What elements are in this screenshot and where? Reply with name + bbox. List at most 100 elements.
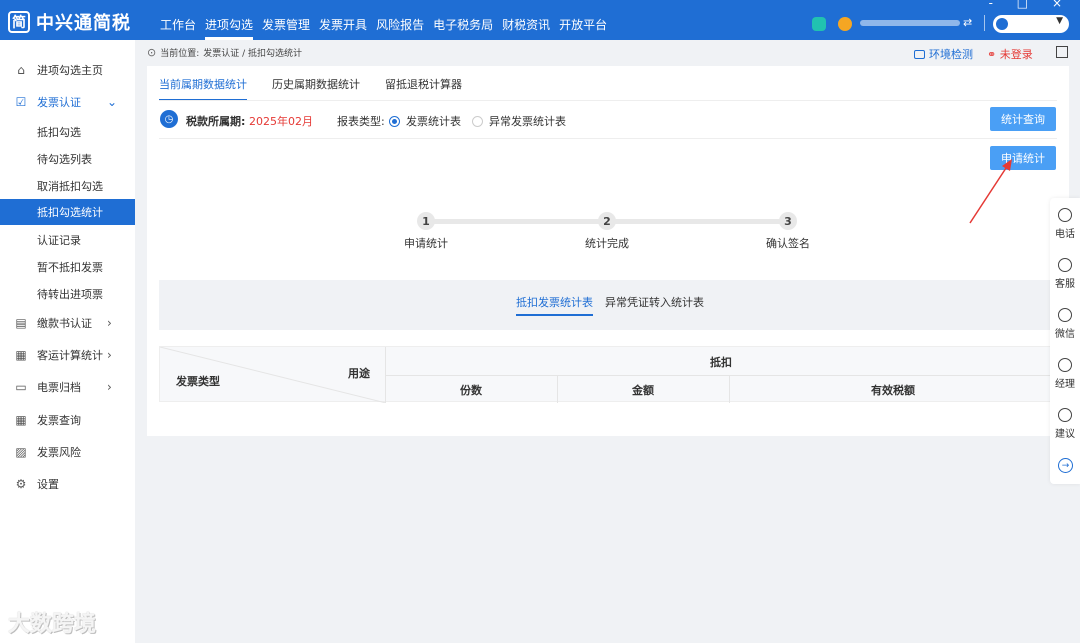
stats-query-button[interactable]: 统计查询 bbox=[990, 107, 1056, 131]
float-manager[interactable]: 经理 bbox=[1050, 358, 1080, 390]
float-label: 电话 bbox=[1055, 229, 1075, 240]
floating-service-menu: 电话 客服 微信 经理 建议 → bbox=[1050, 198, 1080, 484]
step-3-number: 3 bbox=[779, 212, 797, 230]
period-tabs: 当前属期数据统计 历史属期数据统计 留抵退税计算器 bbox=[159, 76, 487, 101]
nav-risk-report[interactable]: 风险报告 bbox=[376, 0, 431, 40]
main-panel: 当前属期数据统计 历史属期数据统计 留抵退税计算器 ◷ 税款所属期: 2025年… bbox=[147, 66, 1069, 436]
sidebar-item-deduction-select[interactable]: 抵扣勾选 bbox=[0, 119, 135, 145]
link-broken-icon: ⚭ bbox=[987, 48, 1000, 61]
nav-input-selection[interactable]: 进项勾选 bbox=[205, 0, 260, 40]
company-name-redacted bbox=[860, 20, 960, 26]
step-2-label: 统计完成 bbox=[585, 237, 629, 250]
breadcrumb: ⊙ 当前位置: 发票认证 / 抵扣勾选统计 bbox=[147, 46, 302, 59]
float-label: 经理 bbox=[1055, 379, 1075, 390]
sidebar-item-label: 暂不抵扣发票 bbox=[37, 261, 103, 274]
sidebar-item-label: 进项勾选主页 bbox=[37, 64, 103, 77]
clock-icon: ◷ bbox=[160, 110, 178, 128]
corner-header-usage: 用途 bbox=[348, 367, 370, 380]
check-square-icon: ☑ bbox=[15, 95, 27, 109]
sidebar-item-pending-list[interactable]: 待勾选列表 bbox=[0, 146, 135, 172]
radio-dot bbox=[472, 115, 483, 127]
nav-invoice-management[interactable]: 发票管理 bbox=[262, 0, 317, 40]
table-tabs-bar: 抵扣发票统计表 异常凭证转入统计表 bbox=[159, 280, 1057, 330]
top-bar: 简 中兴通简税 工作台 进项勾选 发票管理 发票开具 风险报告 电子税务局 财税… bbox=[0, 0, 1080, 40]
headset-icon bbox=[1058, 258, 1072, 272]
period-value: 2025年02月 bbox=[249, 115, 313, 128]
swap-icon[interactable]: ⇄ bbox=[963, 16, 972, 29]
calc-icon: ▦ bbox=[15, 348, 27, 362]
float-label: 客服 bbox=[1055, 279, 1075, 290]
sidebar-item-label: 待勾选列表 bbox=[37, 153, 92, 166]
sidebar-item-label: 抵扣勾选统计 bbox=[37, 206, 103, 219]
monitor-icon bbox=[914, 49, 925, 59]
archive-icon: ▭ bbox=[15, 380, 27, 394]
radio-invoice-stats[interactable]: 发票统计表 bbox=[389, 113, 461, 129]
nav-e-tax-bureau[interactable]: 电子税务局 bbox=[433, 0, 500, 40]
sidebar-item-label: 抵扣勾选 bbox=[37, 126, 81, 139]
float-suggestion[interactable]: 建议 bbox=[1050, 408, 1080, 440]
sidebar-item-label: 设置 bbox=[37, 478, 59, 491]
breadcrumb-path: 发票认证 / 抵扣勾选统计 bbox=[203, 49, 303, 59]
nav-invoice-issuing[interactable]: 发票开具 bbox=[319, 0, 374, 40]
sidebar-item-cancel-deduction[interactable]: 取消抵扣勾选 bbox=[0, 173, 135, 199]
app-title: 中兴通简税 bbox=[36, 13, 131, 34]
sidebar-item-passenger-stats[interactable]: ▦ 客运计算统计 › bbox=[0, 342, 135, 368]
stats-table: 用途 发票类型 抵扣 份数 金额 有效税额 bbox=[159, 346, 1057, 403]
divider bbox=[984, 15, 985, 31]
arrow-right-circle-icon[interactable]: → bbox=[1058, 458, 1073, 473]
login-status-link[interactable]: ⚭ 未登录 bbox=[987, 46, 1033, 62]
wechat-icon bbox=[1058, 308, 1072, 322]
tab-current-period[interactable]: 当前属期数据统计 bbox=[159, 76, 247, 101]
sidebar-item-label: 缴款书认证 bbox=[37, 317, 92, 330]
chevron-right-icon: › bbox=[107, 316, 112, 330]
nav-tax-news[interactable]: 财税资讯 bbox=[502, 0, 557, 40]
divider bbox=[386, 375, 1056, 376]
chevron-down-icon: ▼ bbox=[1056, 16, 1063, 26]
sidebar-item-payment-cert[interactable]: ▤ 缴款书认证 › bbox=[0, 310, 135, 336]
refresh-icon[interactable] bbox=[812, 17, 826, 31]
logo-icon: 简 bbox=[8, 11, 30, 33]
sidebar: ⌂ 进项勾选主页 ☑ 发票认证 ⌄ 抵扣勾选 待勾选列表 取消抵扣勾选 抵扣勾选… bbox=[0, 40, 135, 643]
nav-workbench[interactable]: 工作台 bbox=[160, 0, 203, 40]
sidebar-item-invoice-auth[interactable]: ☑ 发票认证 ⌄ bbox=[0, 89, 135, 115]
window-controls[interactable]: - □ × bbox=[989, 0, 1072, 10]
chevron-down-icon: ⌄ bbox=[107, 95, 118, 109]
sidebar-item-home[interactable]: ⌂ 进项勾选主页 bbox=[0, 57, 135, 83]
tab-refund-calculator[interactable]: 留抵退税计算器 bbox=[385, 76, 462, 101]
float-customer-service[interactable]: 客服 bbox=[1050, 258, 1080, 290]
sidebar-item-label: 发票风险 bbox=[37, 446, 81, 459]
sidebar-item-e-invoice-archive[interactable]: ▭ 电票归档 › bbox=[0, 374, 135, 400]
env-check-link[interactable]: 环境检测 bbox=[914, 46, 973, 62]
tab-abnormal-voucher-table[interactable]: 异常凭证转入统计表 bbox=[605, 294, 704, 314]
document-icon: ▤ bbox=[15, 316, 27, 330]
account-select[interactable]: ▼ bbox=[993, 15, 1069, 33]
fullscreen-icon[interactable] bbox=[1056, 46, 1068, 58]
sidebar-item-settings[interactable]: ⚙ 设置 bbox=[0, 471, 135, 497]
float-phone[interactable]: 电话 bbox=[1050, 208, 1080, 240]
period-label: 税款所属期: bbox=[186, 115, 246, 128]
apply-stats-button[interactable]: 申请统计 bbox=[990, 146, 1056, 170]
divider bbox=[729, 375, 730, 403]
sidebar-item-deduction-stats[interactable]: 抵扣勾选统计 bbox=[0, 199, 135, 225]
watermark-logo: 大数跨境 bbox=[8, 612, 97, 637]
float-label: 建议 bbox=[1055, 429, 1075, 440]
radio-label: 发票统计表 bbox=[406, 115, 461, 128]
nav-open-platform[interactable]: 开放平台 bbox=[559, 0, 614, 40]
sidebar-item-invoice-query[interactable]: ▦ 发票查询 bbox=[0, 407, 135, 433]
float-wechat[interactable]: 微信 bbox=[1050, 308, 1080, 340]
sidebar-item-deferred-invoices[interactable]: 暂不抵扣发票 bbox=[0, 254, 135, 280]
radio-abnormal-invoice-stats[interactable]: 异常发票统计表 bbox=[472, 113, 566, 129]
bell-icon[interactable] bbox=[838, 17, 852, 31]
tab-deduction-stats-table[interactable]: 抵扣发票统计表 bbox=[516, 294, 593, 316]
sidebar-item-invoice-risk[interactable]: ▨ 发票风险 bbox=[0, 439, 135, 465]
app-logo[interactable]: 简 中兴通简税 bbox=[8, 9, 131, 35]
divider bbox=[159, 100, 1057, 101]
divider bbox=[159, 138, 1057, 139]
grid-icon: ▦ bbox=[15, 413, 27, 427]
pen-icon bbox=[1058, 408, 1072, 422]
column-header-tax: 有效税额 bbox=[871, 384, 915, 397]
tab-history-period[interactable]: 历史属期数据统计 bbox=[272, 76, 360, 101]
sidebar-item-pending-transfer[interactable]: 待转出进项票 bbox=[0, 281, 135, 307]
sidebar-item-label: 认证记录 bbox=[37, 234, 81, 247]
sidebar-item-auth-records[interactable]: 认证记录 bbox=[0, 227, 135, 253]
